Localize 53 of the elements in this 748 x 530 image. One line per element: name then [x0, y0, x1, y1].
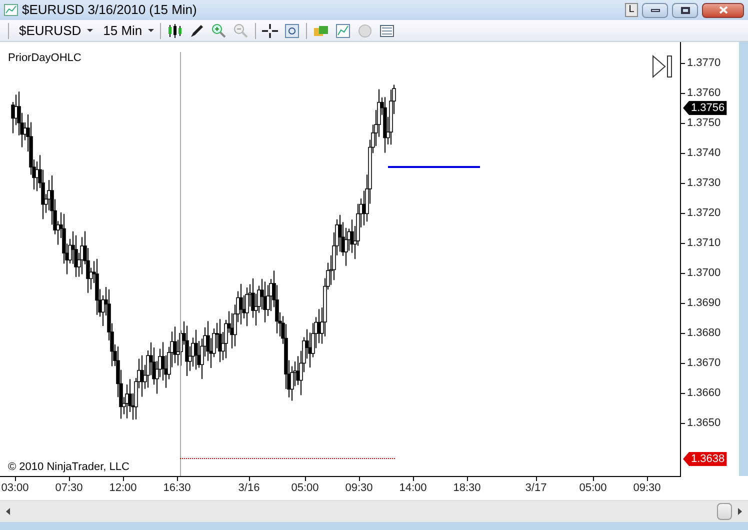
time-label: 12:00 — [109, 481, 137, 495]
price-label: 1.3690 — [687, 296, 721, 310]
price-label: 1.3650 — [687, 416, 721, 430]
minimize-icon — [650, 8, 660, 12]
time-label: 05:00 — [579, 481, 607, 495]
time-label: 09:30 — [345, 481, 373, 495]
time-label: 05:00 — [291, 481, 319, 495]
time-label: 16:30 — [163, 481, 191, 495]
close-icon — [718, 6, 728, 14]
minimize-button[interactable] — [642, 2, 668, 18]
scroll-left-icon[interactable] — [6, 508, 10, 515]
play-to-end-icon[interactable] — [652, 55, 674, 78]
window-title: $EURUSD 3/16/2010 (15 Min) — [22, 1, 197, 20]
price-label: 1.3770 — [687, 56, 721, 70]
chart-app-icon — [4, 4, 18, 16]
close-button[interactable] — [702, 2, 744, 18]
price-label: 1.3680 — [687, 326, 721, 340]
low-price-marker: 1.3638 — [683, 452, 727, 466]
price-label: 1.3710 — [687, 236, 721, 250]
maximize-icon — [680, 6, 690, 14]
price-label: 1.3700 — [687, 266, 721, 280]
price-label: 1.3750 — [687, 116, 721, 130]
properties-icon[interactable] — [284, 22, 300, 38]
scroll-thumb[interactable] — [717, 503, 732, 520]
last-price-marker: 1.3756 — [683, 101, 727, 115]
zoom-in-icon[interactable] — [211, 22, 228, 38]
time-label: 18:30 — [453, 481, 481, 495]
caret-icon — [87, 29, 94, 32]
price-label: 1.3730 — [687, 176, 721, 190]
price-label: 1.3720 — [687, 206, 721, 220]
time-label: 09:30 — [633, 481, 661, 495]
time-label: 03:00 — [1, 481, 29, 495]
layout-button[interactable]: L — [625, 3, 638, 17]
price-label: 1.3740 — [687, 146, 721, 160]
time-label: 14:00 — [399, 481, 427, 495]
chart-icon[interactable] — [335, 22, 352, 38]
indicator-label: PriorDayOHLC — [8, 51, 82, 66]
scroll-right-icon[interactable] — [738, 508, 742, 515]
crosshair-icon[interactable] — [262, 22, 278, 38]
interval-dropdown[interactable]: 15 Min — [103, 20, 154, 40]
price-label: 1.3760 — [687, 86, 721, 100]
candlestick-icon[interactable] — [167, 22, 184, 38]
time-label: 3/17 — [525, 481, 547, 495]
caret-icon — [148, 29, 154, 32]
price-label: 1.3670 — [687, 356, 721, 370]
copyright-text: © 2010 NinjaTrader, LLC — [8, 460, 130, 475]
instrument-dropdown[interactable]: $EURUSD — [19, 20, 94, 40]
pen-icon[interactable] — [189, 22, 206, 38]
data-box-icon[interactable] — [379, 22, 396, 38]
price-label: 1.3660 — [687, 386, 721, 400]
time-label: 3/16 — [238, 481, 260, 495]
time-label: 07:30 — [55, 481, 83, 495]
maximize-button[interactable] — [672, 2, 698, 18]
